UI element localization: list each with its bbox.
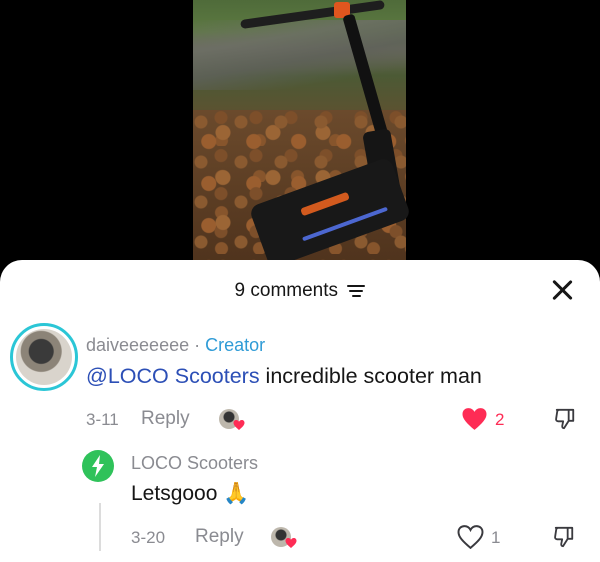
comments-count: 9 comments (234, 280, 339, 301)
commenter-avatar[interactable] (10, 323, 78, 391)
creator-liked-heart-icon (233, 420, 245, 430)
comment-username[interactable]: daiveeeeeee (86, 335, 189, 355)
reply-button[interactable]: Reply (141, 408, 190, 430)
heart-icon[interactable] (461, 407, 488, 431)
comment-body: incredible scooter man (259, 364, 482, 388)
video-player[interactable] (0, 0, 600, 270)
loco-logo-icon[interactable] (82, 450, 114, 482)
username-separator: · (189, 335, 206, 355)
creator-liked-heart-icon (285, 538, 297, 548)
comment-text: @LOCO Scooters incredible scooter man (86, 364, 482, 389)
video-path (193, 20, 406, 90)
comment-author[interactable]: daiveeeeeee · Creator (86, 335, 265, 356)
comments-header: 9 comments (0, 280, 600, 306)
comments-sheet: 9 comments daiveeeeeee · Creator @LOCO S… (0, 260, 600, 562)
mention-link[interactable]: @LOCO Scooters (86, 364, 260, 388)
thread-line (99, 503, 101, 551)
like-count: 2 (495, 410, 505, 429)
filter-icon[interactable] (347, 284, 366, 298)
loco-bolt-icon (92, 455, 104, 477)
avatar-image (16, 329, 72, 385)
like-count: 1 (491, 528, 501, 547)
dislike-icon[interactable] (553, 525, 575, 549)
comment-date: 3-11 (86, 410, 119, 429)
close-icon[interactable] (550, 278, 574, 302)
heart-icon[interactable] (457, 525, 484, 549)
reply-meta: 3-20 Reply 1 (131, 524, 586, 552)
reply-author[interactable]: LOCO Scooters (131, 453, 258, 474)
reply-date: 3-20 (131, 528, 166, 547)
creator-badge: Creator (205, 335, 266, 355)
comment-meta: 3-11 Reply 2 (86, 406, 586, 434)
reply-button[interactable]: Reply (195, 526, 244, 548)
reply-text: Letsgooo 🙏 (131, 482, 250, 505)
dislike-icon[interactable] (554, 407, 576, 431)
